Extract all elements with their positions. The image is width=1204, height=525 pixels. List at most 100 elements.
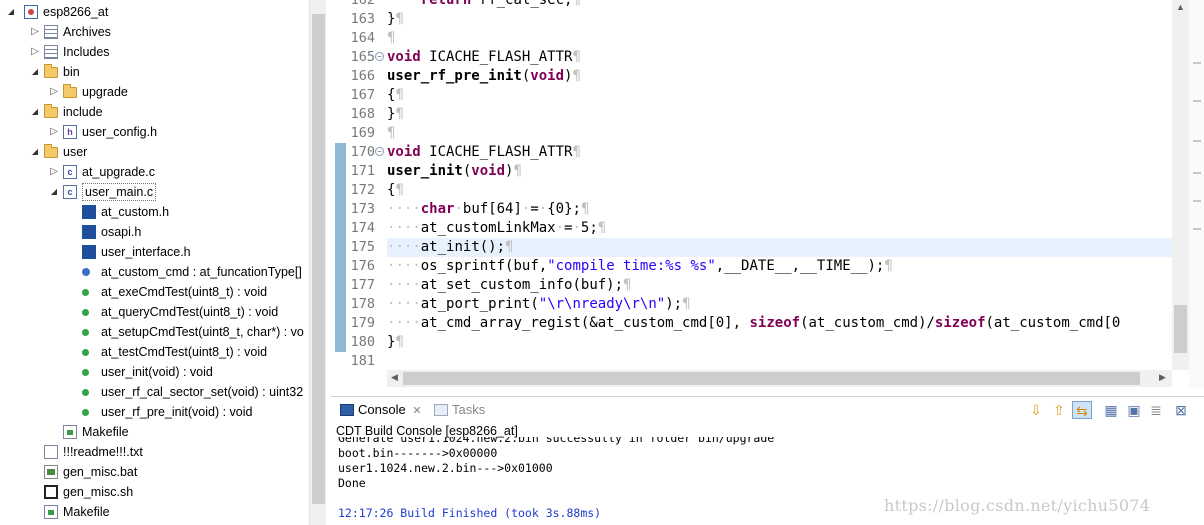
tree-item[interactable]: ◢ user: [0, 142, 308, 162]
scroll-down-icon[interactable]: ⇧: [1049, 401, 1069, 419]
overview-mark[interactable]: [1193, 172, 1201, 174]
tab-tasks[interactable]: Tasks: [434, 401, 485, 419]
scroll-right-arrow-icon[interactable]: ▶: [1159, 372, 1166, 383]
code-line[interactable]: ····at_init();¶: [387, 238, 513, 257]
tree-item[interactable]: user_rf_pre_init(void) : void: [0, 402, 308, 422]
collapsed-arrow-icon[interactable]: ▷: [49, 162, 59, 182]
overview-mark[interactable]: [1193, 200, 1201, 202]
code-line[interactable]: ····at_customLinkMax·=·5;¶: [387, 219, 606, 238]
editor-vertical-scrollbar[interactable]: ▲: [1172, 0, 1189, 370]
line-number: 174: [350, 220, 375, 236]
tree-item[interactable]: at_custom.h: [0, 202, 308, 222]
scroll-left-arrow-icon[interactable]: ◀: [391, 372, 398, 383]
tree-item[interactable]: gen_misc.sh: [0, 482, 308, 502]
tree-item[interactable]: gen_misc.bat: [0, 462, 308, 482]
expanded-arrow-icon[interactable]: ◢: [49, 182, 59, 202]
tree-item[interactable]: ▷ c at_upgrade.c: [0, 162, 308, 182]
tree-item[interactable]: ◢ esp8266_at: [0, 2, 308, 22]
tree-item[interactable]: at_custom_cmd : at_funcationType[]: [0, 262, 308, 282]
makefile-icon: [44, 505, 58, 519]
display-selected-icon[interactable]: ≣: [1146, 401, 1166, 419]
tree-item[interactable]: Makefile: [0, 502, 308, 522]
collapsed-arrow-icon[interactable]: ▷: [30, 22, 40, 42]
code-line[interactable]: }¶: [387, 10, 404, 29]
overview-mark[interactable]: [1193, 140, 1201, 142]
tree-item-label: gen_misc.sh: [63, 485, 134, 499]
tab-tasks-label: Tasks: [452, 402, 486, 417]
code-line[interactable]: {¶: [387, 181, 404, 200]
scroll-lock-icon[interactable]: ⇆: [1072, 401, 1092, 419]
code-line[interactable]: ¶: [387, 29, 395, 48]
new-console-icon[interactable]: ▣: [1124, 401, 1144, 419]
tab-console[interactable]: Console ✕: [340, 401, 422, 419]
tree-item[interactable]: ▷ upgrade: [0, 82, 308, 102]
project-explorer-scrollbar[interactable]: [309, 0, 326, 525]
scrollbar-thumb[interactable]: [1174, 305, 1187, 353]
tree-item-label: at_testCmdTest(uint8_t) : void: [101, 345, 268, 359]
tree-item-label: Archives: [63, 25, 111, 39]
code-editor[interactable]: 162 163 164 165−166 167 168 169 170−171 172 173 17…: [335, 0, 1189, 388]
tree-item[interactable]: osapi.h: [0, 222, 308, 242]
tree-item-label: !!!readme!!!.txt: [63, 445, 143, 459]
scroll-up-arrow-icon[interactable]: ▲: [1176, 2, 1185, 12]
close-icon[interactable]: ✕: [412, 405, 421, 417]
tree-item[interactable]: ▷ h user_config.h: [0, 122, 308, 142]
collapsed-arrow-icon[interactable]: ▷: [49, 122, 59, 142]
tree-item[interactable]: ◢ include: [0, 102, 308, 122]
collapsed-arrow-icon[interactable]: ▷: [30, 42, 40, 62]
code-line[interactable]: ····os_sprintf(buf,"compile time:%s %s",…: [387, 257, 893, 276]
console-icon: [340, 404, 354, 416]
overview-mark[interactable]: [1193, 62, 1201, 64]
code-line[interactable]: user_init(void)¶: [387, 162, 522, 181]
code-line[interactable]: ····char·buf[64]·=·{0};¶: [387, 200, 589, 219]
code-line[interactable]: ····return·rf_cal_sec;¶: [387, 0, 581, 10]
expanded-arrow-icon[interactable]: ◢: [30, 102, 40, 122]
tree-item[interactable]: user_init(void) : void: [0, 362, 308, 382]
tree-item[interactable]: !!!readme!!!.txt: [0, 442, 308, 462]
tree-item[interactable]: at_testCmdTest(uint8_t) : void: [0, 342, 308, 362]
editor-horizontal-scrollbar[interactable]: ◀ ▶: [387, 370, 1172, 387]
expanded-arrow-icon[interactable]: ◢: [6, 2, 16, 22]
code-line[interactable]: }¶: [387, 333, 404, 352]
tree-item-label: at_exeCmdTest(uint8_t) : void: [101, 285, 268, 299]
tree-item[interactable]: at_exeCmdTest(uint8_t) : void: [0, 282, 308, 302]
tree-item[interactable]: ◢ c user_main.c: [0, 182, 308, 202]
code-line[interactable]: }¶: [387, 105, 404, 124]
tree-item[interactable]: at_queryCmdTest(uint8_t) : void: [0, 302, 308, 322]
code-line[interactable]: void ICACHE_FLASH_ATTR¶: [387, 48, 581, 67]
tree-item[interactable]: Makefile: [0, 422, 308, 442]
tree-item-label: Makefile: [63, 505, 110, 519]
code-line[interactable]: void ICACHE_FLASH_ATTR¶: [387, 143, 581, 162]
overview-mark[interactable]: [1193, 228, 1201, 230]
pin-icon[interactable]: ▦: [1101, 401, 1121, 419]
scrollbar-thumb[interactable]: [403, 372, 1140, 385]
expanded-arrow-icon[interactable]: ◢: [30, 142, 40, 162]
clear-console-icon[interactable]: ⊠: [1171, 401, 1191, 419]
collapsed-arrow-icon[interactable]: ▷: [49, 82, 59, 102]
tree-item[interactable]: user_rf_cal_sector_set(void) : uint32: [0, 382, 308, 402]
overview-mark[interactable]: [1193, 100, 1201, 102]
code-line[interactable]: {¶: [387, 86, 404, 105]
code-line[interactable]: ····at_set_custom_info(buf);¶: [387, 276, 631, 295]
expanded-arrow-icon[interactable]: ◢: [30, 62, 40, 82]
code-line[interactable]: ¶: [387, 124, 395, 143]
console-line: 12:17:26 Build Finished (took 3s.88ms): [338, 506, 602, 520]
overview-ruler[interactable]: [1189, 0, 1204, 388]
code-line[interactable]: ····at_port_print("\r\nready\r\n");¶: [387, 295, 691, 314]
tree-item[interactable]: ▷ Archives: [0, 22, 308, 42]
fold-toggle-icon[interactable]: −: [375, 147, 384, 156]
scroll-up-icon[interactable]: ⇩: [1026, 401, 1046, 419]
tree-item-label: gen_misc.bat: [63, 465, 138, 479]
console-line: Generate user1.1024.new.2.bin successull…: [338, 437, 775, 445]
code-area[interactable]: ····return·rf_cal_sec;¶}¶ ¶ void ICACHE_FL…: [387, 0, 1177, 370]
tree-item[interactable]: ◢ bin: [0, 62, 308, 82]
scrollbar-thumb[interactable]: [312, 14, 325, 504]
tree-item[interactable]: ▷ Includes: [0, 42, 308, 62]
line-number: 177: [350, 277, 375, 293]
tree-item[interactable]: user_interface.h: [0, 242, 308, 262]
fold-toggle-icon[interactable]: −: [375, 52, 384, 61]
code-line[interactable]: user_rf_pre_init(void)¶: [387, 67, 581, 86]
tree-item[interactable]: at_setupCmdTest(uint8_t, char*) : vo: [0, 322, 308, 342]
code-line[interactable]: ····at_cmd_array_regist(&at_custom_cmd[0…: [387, 314, 1120, 333]
header-file-icon: h: [63, 125, 77, 139]
